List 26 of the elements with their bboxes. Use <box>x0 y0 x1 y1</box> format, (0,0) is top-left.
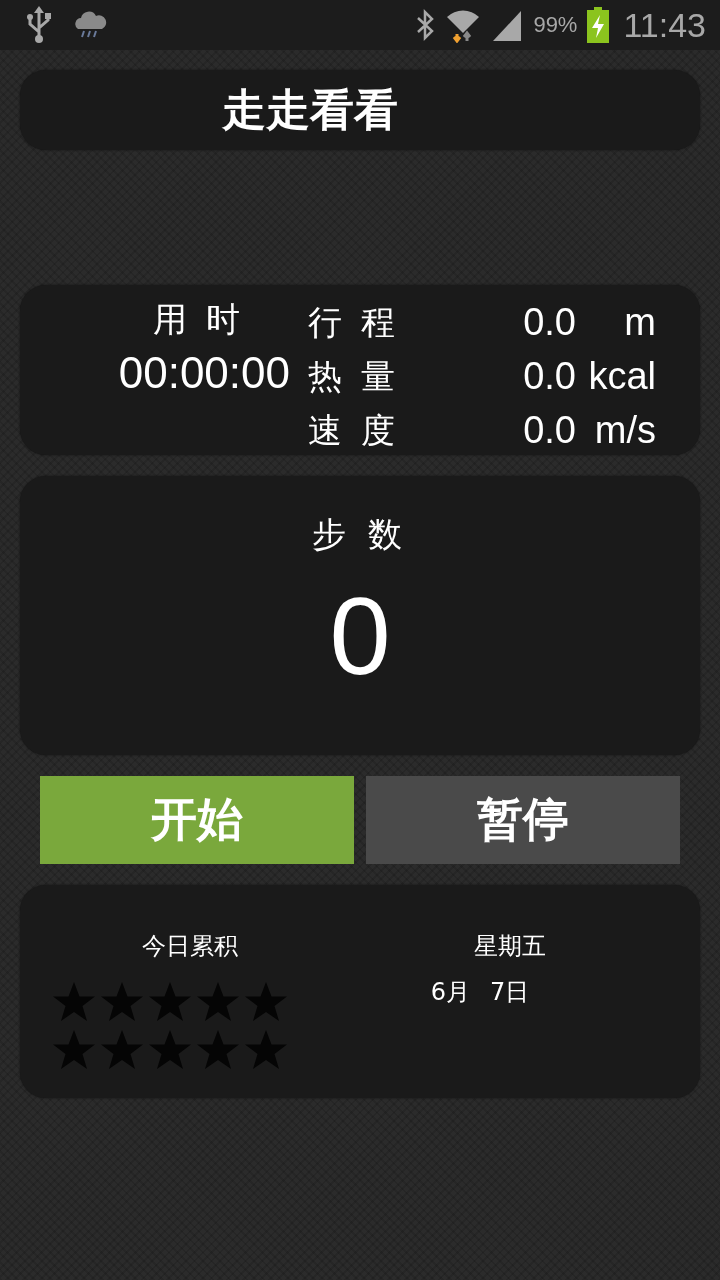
battery-charging-icon <box>587 7 610 43</box>
stat-value: 0.0 <box>523 354 576 399</box>
signal-icon <box>491 9 524 41</box>
steps-count: 0 <box>329 576 391 696</box>
battery-percent: 99% <box>533 12 578 38</box>
pause-button[interactable]: 暂停 <box>366 776 680 864</box>
day: 7日 <box>490 975 530 1009</box>
usb-icon <box>26 6 52 44</box>
stat-value: 0.0 <box>523 300 576 345</box>
bluetooth-icon <box>415 9 436 41</box>
stat-unit: m <box>623 300 656 345</box>
stat-unit: kcal <box>587 354 656 399</box>
steps-label: 步 数 <box>311 513 409 556</box>
stat-label: 行 程 <box>307 301 400 344</box>
weekday: 星期五 <box>474 931 546 962</box>
stat-label: 热 量 <box>307 355 400 398</box>
stat-value: 0.0 <box>523 408 576 453</box>
app-title: 走走看看 <box>222 82 398 137</box>
duration-value: 00:00:00 <box>118 347 290 399</box>
clock-time: 11:43 <box>623 5 706 45</box>
stat-unit: m/s <box>593 408 656 453</box>
month: 6月 <box>430 977 470 1008</box>
duration-label: 用 时 <box>153 298 244 341</box>
stat-label: 速 度 <box>307 409 400 452</box>
today-total-label: 今日累积 <box>142 931 238 962</box>
storm-cloud-icon <box>72 11 108 39</box>
